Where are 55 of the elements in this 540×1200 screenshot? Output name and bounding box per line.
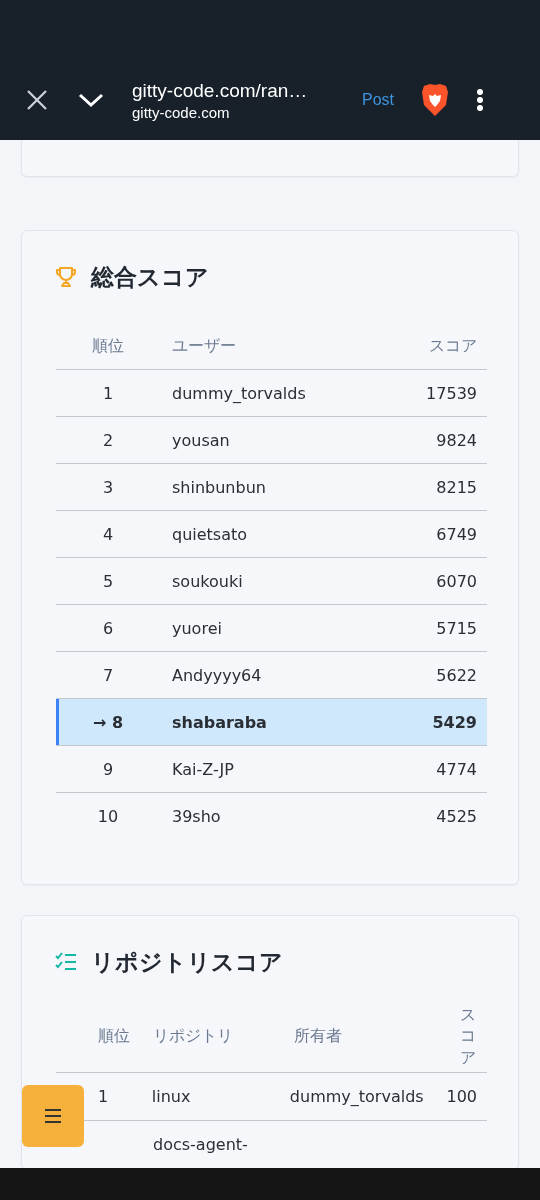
user-cell-text: yuorei (171, 618, 223, 638)
rank-cell-text: 4 (101, 524, 115, 544)
user-cell-text: dummy_torvalds (171, 383, 307, 403)
column-header: ユーザー (171, 335, 237, 357)
score-cell-text: 9824 (436, 430, 478, 450)
column-header: リポジトリ (153, 1025, 234, 1047)
checklist-icon (54, 952, 78, 972)
score-cell-text: 5715 (436, 618, 478, 638)
rank-cell-text: 9 (101, 759, 115, 779)
rank-cell-text: 6 (101, 618, 115, 638)
page-domain: gitty-code.com (132, 103, 231, 121)
rank-cell-text: 2 (101, 430, 115, 450)
rank-cell-text: 5 (101, 571, 115, 591)
rank-cell-text: 10 (96, 807, 120, 826)
trophy-icon (54, 265, 78, 289)
user-cell-text: Andyyyy64 (171, 665, 263, 685)
column-header: 順位 (91, 335, 125, 357)
score-cell-text: 5622 (436, 665, 478, 685)
score-cell-text: 6749 (436, 524, 478, 544)
repository-cell: linux (151, 1087, 191, 1106)
user-cell-text: quietsato (171, 524, 249, 544)
score-cell-text: 4525 (436, 807, 478, 826)
column-header: 所有者 (294, 1025, 343, 1047)
repository-cell: docs-agent- (153, 1135, 248, 1154)
menu-button[interactable] (22, 1085, 84, 1147)
score-cell: 100 (446, 1087, 477, 1106)
column-header: スコア (429, 335, 478, 357)
lion-shield-icon[interactable] (420, 83, 450, 117)
section-title: 総合スコア (91, 262, 209, 292)
column-header: 順位 (97, 1025, 131, 1047)
menu-icon (44, 1109, 62, 1123)
rank-cell-text: → 8 (91, 712, 125, 732)
owner-cell: dummy_torvalds (289, 1087, 424, 1106)
user-cell-text: 39sho (171, 807, 222, 826)
column-header: スコア (460, 1003, 476, 1069)
rank-cell-text: 1 (101, 383, 115, 403)
rank-cell: 1 (98, 1087, 109, 1106)
score-cell-text: 6070 (436, 571, 478, 591)
score-cell-text: 5429 (432, 712, 478, 732)
more-icon[interactable] (476, 88, 484, 112)
rank-cell-text: 7 (101, 665, 115, 685)
rank-cell-text: 3 (101, 477, 115, 497)
user-cell-text: Kai-Z-JP (171, 759, 235, 779)
user-cell-text: soukouki (171, 571, 244, 591)
chevron-down-icon[interactable] (78, 92, 104, 108)
score-cell-text: 8215 (436, 477, 478, 497)
user-cell-text: yousan (171, 430, 231, 450)
close-icon[interactable] (26, 89, 48, 111)
section-title: リポジトリスコア (91, 947, 283, 977)
score-cell-text: 4774 (436, 759, 478, 779)
score-cell-text: 17539 (426, 383, 478, 403)
page-title: gitty-code.com/ran… (132, 79, 309, 102)
user-cell-text: shinbunbun (171, 477, 267, 497)
post-button[interactable]: Post (362, 91, 394, 109)
user-cell-text: shabaraba (171, 712, 268, 732)
